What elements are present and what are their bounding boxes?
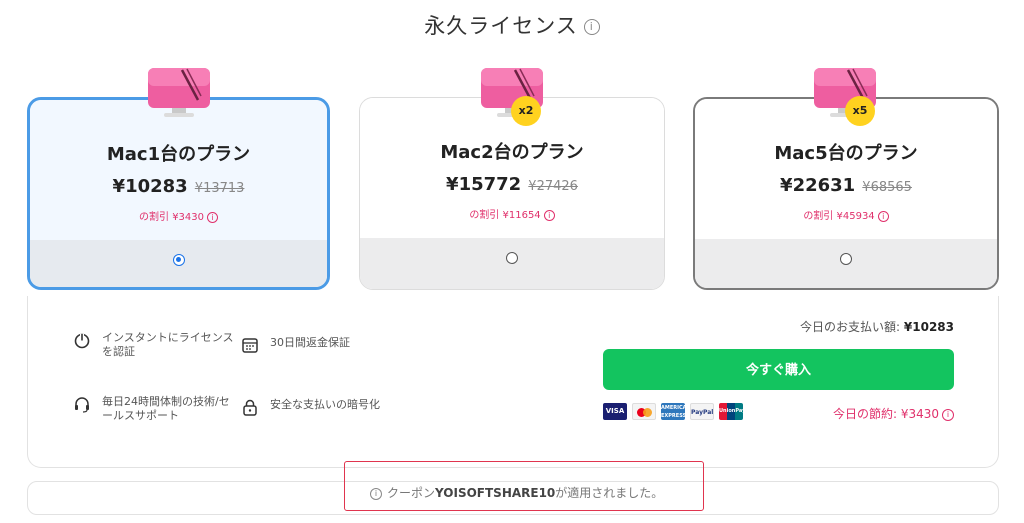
plan-card-mac5[interactable]: Mac5台のプラン ¥22631 ¥68565 の割引 ¥45934 i <box>693 97 999 290</box>
quantity-badge: x2 <box>511 96 541 126</box>
plan-select-area[interactable] <box>30 240 327 287</box>
page-title: 永久ライセンス i <box>0 10 1024 40</box>
calendar-icon <box>242 338 258 353</box>
coupon-code: YOISOFTSHARE10 <box>435 486 556 500</box>
plan-discount: の割引 ¥3430 i <box>30 208 327 223</box>
price-row: ¥10283 ¥13713 <box>30 176 327 197</box>
payment-methods: VISA AMERICAN EXPRESS PayPal UnionPay <box>603 403 748 421</box>
plan-discount: の割引 ¥45934 i <box>695 207 997 222</box>
power-icon <box>74 333 90 349</box>
discount-label: の割引 <box>469 210 500 221</box>
info-icon[interactable]: i <box>543 209 555 221</box>
discount-label: の割引 <box>803 211 834 222</box>
plan-old-price: ¥13713 <box>194 181 245 196</box>
cleanmymac-icon <box>146 66 212 118</box>
feature-text: 安全な支払いの暗号化 <box>270 398 380 411</box>
feature-text: 30日間返金保証 <box>270 336 350 349</box>
plan-radio[interactable] <box>506 252 518 264</box>
quantity-badge: x5 <box>845 96 875 126</box>
total-label: 今日のお支払い額: <box>800 320 901 334</box>
mastercard-icon <box>632 403 656 420</box>
plan-old-price: ¥68565 <box>862 180 912 195</box>
total-value: ¥10283 <box>903 320 954 334</box>
plan-card-mac2[interactable]: Mac2台のプラン ¥15772 ¥27426 の割引 ¥11654 i <box>359 97 665 290</box>
discount-value: ¥3430 <box>172 212 204 223</box>
coupon-applied-message: i クーポンYOISOFTSHARE10が適用されました。 <box>370 484 663 501</box>
savings-today: 今日の節約: ¥3430 i <box>833 405 954 422</box>
price-row: ¥15772 ¥27426 <box>360 174 664 195</box>
info-icon[interactable]: i <box>942 408 954 421</box>
visa-icon: VISA <box>603 403 627 420</box>
unionpay-icon: UnionPay <box>719 403 745 420</box>
feature-text: インスタントにライセンス <box>102 331 234 344</box>
savings-label: 今日の節約: <box>832 407 897 421</box>
feature-text: を認証 <box>102 345 135 358</box>
plan-price: ¥22631 <box>780 175 856 196</box>
info-icon: i <box>370 487 382 500</box>
plan-name: Mac1台のプラン <box>106 144 251 165</box>
plan-radio-selected[interactable] <box>172 254 185 266</box>
info-icon[interactable]: i <box>207 211 218 223</box>
coupon-prefix: クーポン <box>387 486 436 500</box>
discount-value: ¥11654 <box>502 210 541 221</box>
feature-text: ールスサポート <box>102 409 179 422</box>
plan-select-area[interactable] <box>695 239 997 288</box>
info-icon[interactable]: i <box>583 19 600 35</box>
lock-icon <box>243 399 257 416</box>
price-row: ¥22631 ¥68565 <box>695 175 997 196</box>
savings-value: ¥3430 <box>900 407 939 421</box>
plan-price: ¥15772 <box>446 174 522 195</box>
paypal-icon: PayPal <box>690 403 714 420</box>
plan-name: Mac2台のプラン <box>440 142 584 163</box>
plan-price: ¥10283 <box>112 176 188 197</box>
plan-select-area[interactable] <box>360 238 664 289</box>
info-icon[interactable]: i <box>877 210 889 222</box>
discount-label: の割引 <box>139 212 169 223</box>
headset-icon <box>75 397 89 413</box>
feature-text: 毎日24時間体制の技術/セ <box>102 395 230 408</box>
coupon-suffix: が適用されました。 <box>555 486 664 500</box>
plan-discount: の割引 ¥11654 i <box>360 206 664 221</box>
total-due: 今日のお支払い額: ¥10283 <box>800 318 954 335</box>
plan-radio[interactable] <box>840 253 852 265</box>
plan-old-price: ¥27426 <box>528 179 578 194</box>
buy-now-button[interactable]: 今すぐ購入 <box>603 349 954 390</box>
plan-card-mac1[interactable]: Mac1台のプラン ¥10283 ¥13713 の割引 ¥3430 i <box>27 97 330 290</box>
plan-name: Mac5台のプラン <box>774 143 918 164</box>
amex-icon: AMERICAN EXPRESS <box>661 403 691 420</box>
page-title-text: 永久ライセンス <box>424 14 578 38</box>
discount-value: ¥45934 <box>836 211 875 222</box>
